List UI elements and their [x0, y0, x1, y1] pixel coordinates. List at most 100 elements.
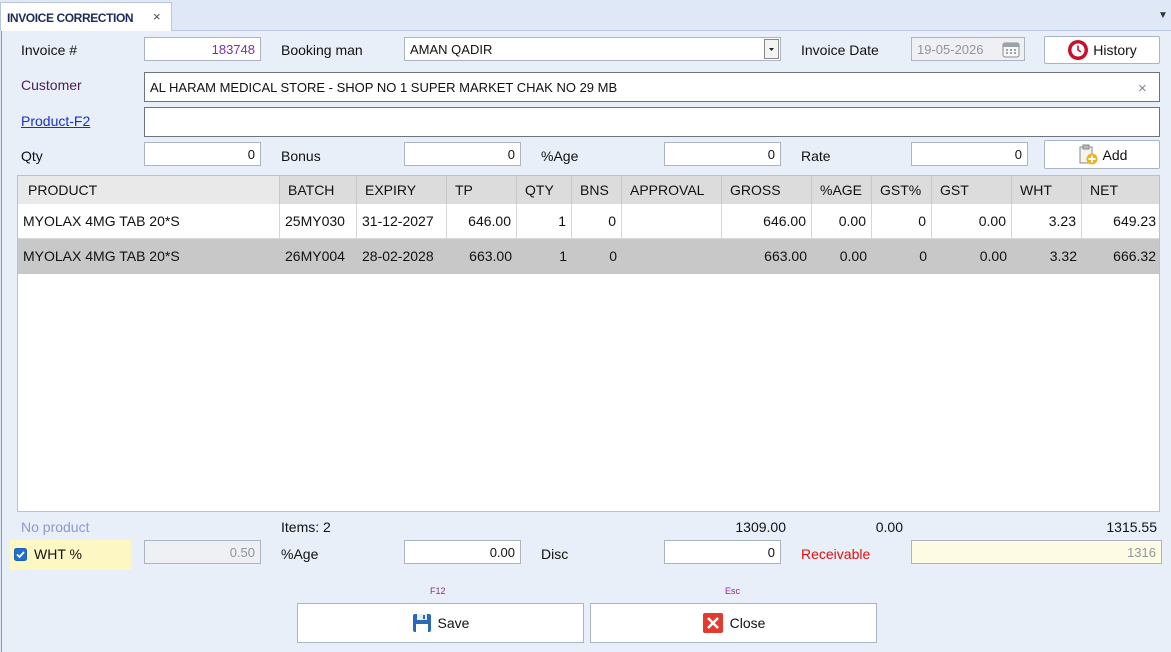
- cell-percent-age: 0.00: [812, 204, 872, 239]
- column-header-percent-age[interactable]: %AGE: [812, 176, 872, 204]
- column-header-gross[interactable]: GROSS: [722, 176, 812, 204]
- cell-wht: 3.23: [1012, 204, 1082, 239]
- save-button[interactable]: Save: [297, 603, 584, 643]
- cell-gst-percent: 0: [872, 204, 932, 239]
- cell-gst: 0.00: [979, 248, 1007, 264]
- booking-man-dropdown-button[interactable]: [764, 39, 779, 59]
- receivable-label: Receivable: [801, 546, 871, 562]
- save-icon: [412, 614, 431, 632]
- cell-batch: 25MY030: [280, 204, 357, 239]
- cell-wht: 3.32: [1049, 248, 1077, 264]
- chevron-down-icon: [769, 48, 774, 51]
- save-shortcut-hint: F12: [430, 586, 446, 596]
- wht-toggle[interactable]: WHT %: [10, 540, 131, 570]
- column-header-batch[interactable]: BATCH: [280, 176, 357, 204]
- booking-man-label: Booking man: [281, 42, 363, 58]
- history-button-label: History: [1093, 42, 1137, 58]
- cell-qty: 1: [517, 204, 572, 239]
- wht-percent-input: 0.50: [144, 540, 261, 564]
- net-total: 1315.55: [1106, 519, 1157, 535]
- cell-bns: 0: [609, 248, 617, 264]
- bonus-input[interactable]: 0: [404, 142, 521, 166]
- invoice-date-label: Invoice Date: [801, 42, 879, 58]
- column-header-expiry[interactable]: EXPIRY: [357, 176, 447, 204]
- invoice-date-value: 19-05-2026: [917, 41, 984, 57]
- bonus-label: Bonus: [281, 148, 321, 164]
- tab-close-icon[interactable]: ×: [153, 9, 161, 24]
- booking-man-value: AMAN QADIR: [410, 41, 493, 57]
- discount-label: Disc: [541, 546, 569, 562]
- customer-label: Customer: [21, 77, 82, 93]
- cell-gross: 646.00: [722, 204, 812, 239]
- qty-label: Qty: [21, 148, 43, 164]
- booking-man-select[interactable]: AMAN QADIR: [404, 37, 781, 61]
- column-header-gst[interactable]: GST: [932, 176, 1012, 204]
- add-button-label: Add: [1102, 146, 1128, 163]
- cell-tp: 646.00: [447, 204, 517, 239]
- cell-tp: 663.00: [469, 248, 512, 264]
- cell-product: MYOLAX 4MG TAB 20*S: [18, 204, 280, 239]
- table-row[interactable]: MYOLAX 4MG TAB 20*S 25MY030 31-12-2027 6…: [18, 204, 1159, 239]
- cell-gst: 0.00: [932, 204, 1012, 239]
- column-header-qty[interactable]: QTY: [517, 176, 572, 204]
- customer-value: AL HARAM MEDICAL STORE - SHOP NO 1 SUPER…: [150, 79, 618, 95]
- cell-gross: 663.00: [764, 248, 807, 264]
- cell-approval: [622, 204, 722, 239]
- gross-total: 1309.00: [735, 519, 786, 535]
- qty-input[interactable]: 0: [144, 142, 261, 166]
- cell-bns: 0: [572, 204, 622, 239]
- tab-invoice-correction[interactable]: INVOICE CORRECTION ×: [0, 2, 172, 31]
- history-icon: [1068, 40, 1089, 60]
- discount-percent-label: %Age: [281, 546, 319, 562]
- column-header-wht[interactable]: WHT: [1012, 176, 1082, 204]
- cell-batch: 26MY004: [285, 248, 345, 264]
- close-icon: [702, 613, 723, 633]
- close-button[interactable]: Close: [590, 603, 877, 643]
- column-header-approval[interactable]: APPROVAL: [622, 176, 722, 204]
- cell-net: 666.32: [1113, 248, 1156, 264]
- invoice-items-grid[interactable]: PRODUCT BATCH EXPIRY TP QTY BNS APPROVAL…: [17, 175, 1160, 512]
- percent-age-total: 0.00: [875, 519, 903, 535]
- cell-expiry: 28-02-2028: [362, 248, 434, 264]
- customer-clear-icon[interactable]: ×: [1138, 80, 1147, 97]
- close-shortcut-hint: Esc: [725, 586, 741, 596]
- history-button[interactable]: History: [1044, 36, 1160, 64]
- invoice-number-input[interactable]: 183748: [144, 37, 261, 61]
- tab-menu-icon[interactable]: ▼: [1158, 10, 1168, 21]
- percent-age-label: %Age: [541, 148, 579, 164]
- column-header-gst-percent[interactable]: GST%: [872, 176, 932, 204]
- discount-input[interactable]: 0: [664, 540, 781, 564]
- cell-gst-percent: 0: [919, 248, 927, 264]
- wht-label: WHT %: [34, 546, 82, 562]
- product-search-input[interactable]: [144, 107, 1160, 137]
- add-button[interactable]: Add: [1044, 140, 1160, 169]
- product-f2-link[interactable]: Product-F2: [21, 113, 90, 129]
- grid-header: PRODUCT BATCH EXPIRY TP QTY BNS APPROVAL…: [18, 176, 1159, 204]
- percent-age-input[interactable]: 0: [664, 142, 781, 166]
- rate-input[interactable]: 0: [911, 142, 1028, 166]
- checkbox-checked-icon[interactable]: [14, 548, 27, 561]
- column-header-tp[interactable]: TP: [447, 176, 517, 204]
- cell-expiry: 31-12-2027: [357, 204, 447, 239]
- close-button-label: Close: [729, 615, 766, 631]
- table-row-selected[interactable]: MYOLAX 4MG TAB 20*S 26MY004 28-02-2028 6…: [18, 239, 1159, 274]
- tab-bar: [0, 0, 1171, 31]
- items-count: Items: 2: [281, 519, 331, 535]
- customer-input[interactable]: AL HARAM MEDICAL STORE - SHOP NO 1 SUPER…: [144, 72, 1160, 102]
- cell-approval: [622, 239, 722, 274]
- tab-title: INVOICE CORRECTION: [7, 11, 134, 25]
- cell-net: 649.23: [1113, 213, 1156, 229]
- cell-qty: 1: [559, 248, 567, 264]
- rate-label: Rate: [801, 148, 831, 164]
- cell-product: MYOLAX 4MG TAB 20*S: [23, 248, 180, 264]
- add-item-icon: [1079, 144, 1098, 164]
- save-button-label: Save: [437, 615, 470, 631]
- receivable-value: 1316: [911, 540, 1162, 564]
- calendar-icon[interactable]: [1002, 41, 1020, 58]
- cell-percent-age: 0.00: [839, 248, 867, 264]
- column-header-product[interactable]: PRODUCT: [18, 176, 280, 204]
- column-header-net[interactable]: NET: [1082, 176, 1161, 204]
- discount-percent-input[interactable]: 0.00: [404, 540, 521, 564]
- column-header-bns[interactable]: BNS: [572, 176, 622, 204]
- invoice-number-label: Invoice #: [21, 42, 78, 58]
